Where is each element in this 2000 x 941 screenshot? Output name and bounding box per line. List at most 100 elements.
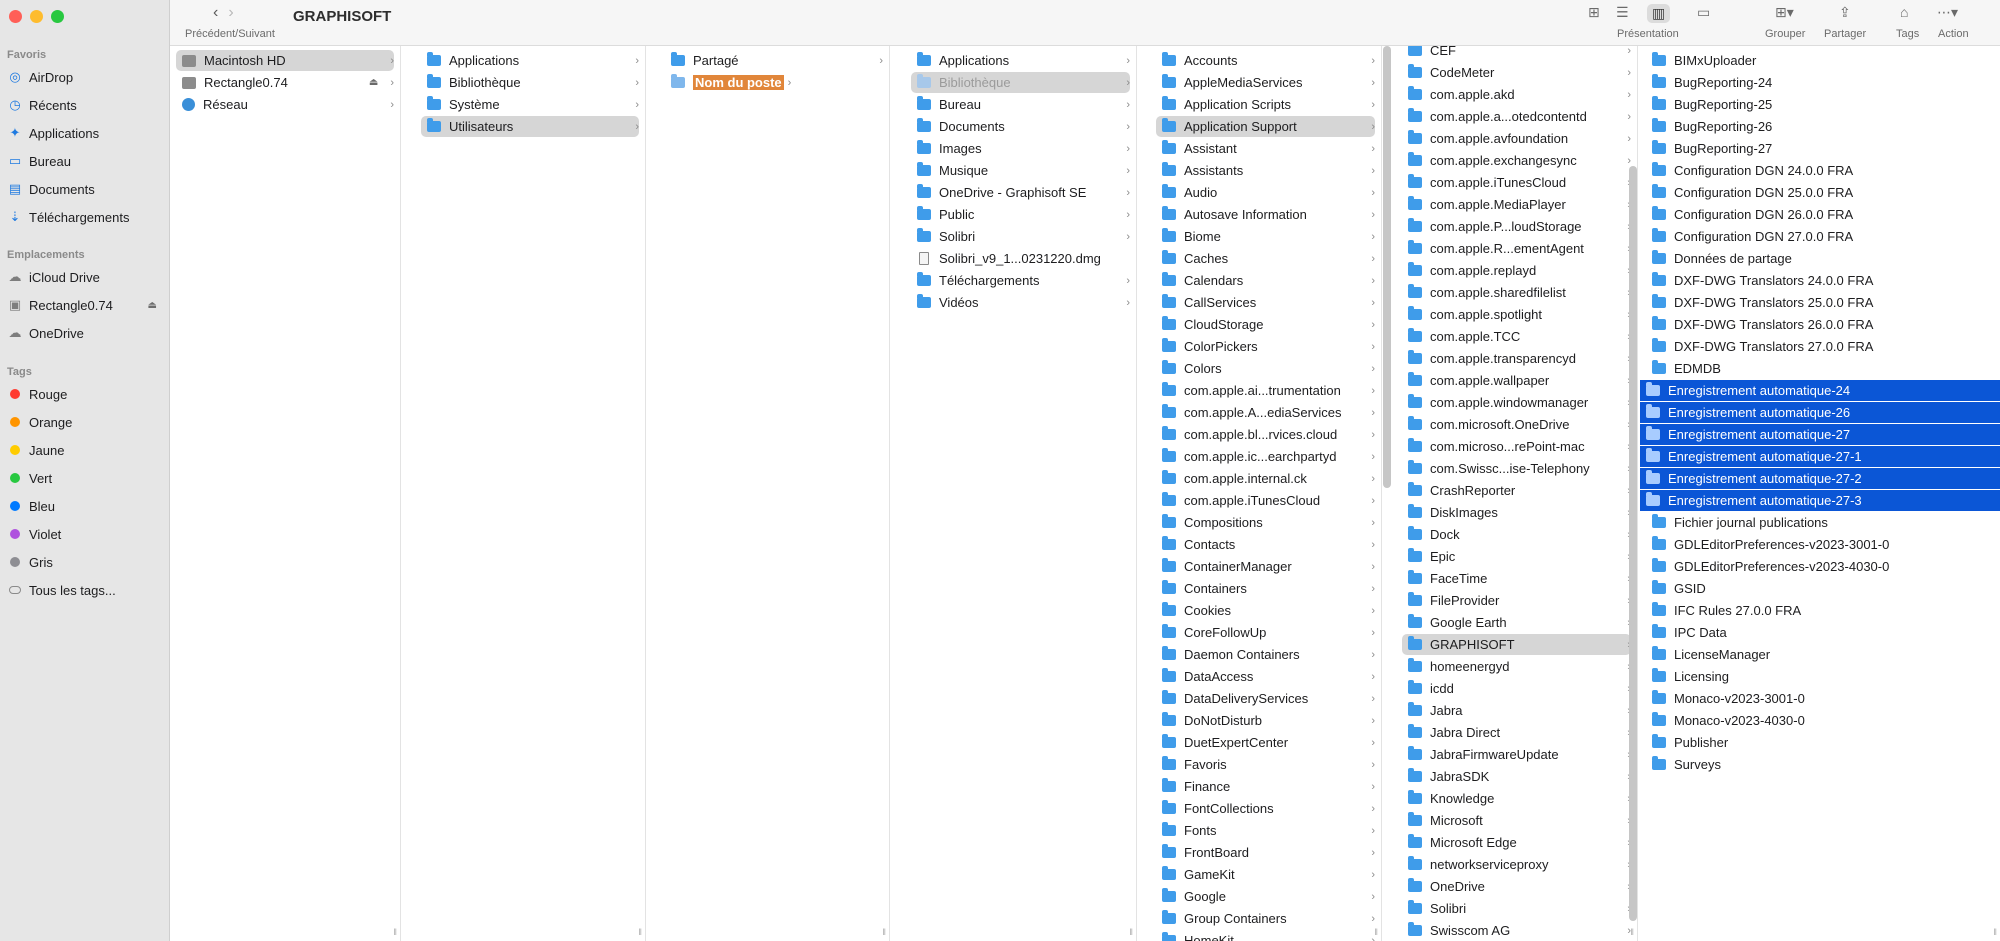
folder-row[interactable]: com.apple.ic...earchpartyd › xyxy=(1156,446,1375,467)
column-resize-handle[interactable]: ‖ xyxy=(393,927,397,937)
browser-column-4[interactable]: Applications › Bibliothèque › Bureau › Documen… xyxy=(905,46,1137,941)
folder-row[interactable]: Données de partage xyxy=(1646,248,1994,269)
folder-row[interactable]: com.apple.a...otedcontentd › xyxy=(1402,106,1631,127)
folder-row[interactable]: Système › xyxy=(421,94,639,115)
folder-row[interactable]: Enregistrement automatique-26 xyxy=(1640,402,2000,423)
folder-row[interactable]: Surveys xyxy=(1646,754,1994,775)
sidebar-tag-2[interactable]: Jaune xyxy=(7,438,161,462)
folder-row[interactable]: CallServices › xyxy=(1156,292,1375,313)
sidebar-item-2[interactable]: ✦ Applications xyxy=(7,121,161,145)
action-icon[interactable]: ⋯▾ xyxy=(1937,4,1958,21)
folder-row[interactable]: Applications › xyxy=(911,50,1130,71)
close-window-button[interactable] xyxy=(9,10,22,23)
column-resize-handle[interactable]: ‖ xyxy=(1374,927,1378,937)
folder-row[interactable]: Favoris › xyxy=(1156,754,1375,775)
column-scrollbar[interactable] xyxy=(1629,166,1637,921)
folder-row[interactable]: homeenergyd› xyxy=(1402,656,1631,677)
folder-row[interactable]: Bureau › xyxy=(911,94,1130,115)
folder-row[interactable]: Audio › xyxy=(1156,182,1375,203)
folder-row[interactable]: networkserviceproxy› xyxy=(1402,854,1631,875)
folder-row[interactable]: Téléchargements › xyxy=(911,270,1130,291)
folder-row[interactable]: Assistants › xyxy=(1156,160,1375,181)
sidebar-tag-6[interactable]: Gris xyxy=(7,550,161,574)
folder-row[interactable]: com.apple.iTunesCloud› xyxy=(1402,172,1631,193)
folder-row[interactable]: DoNotDisturb › xyxy=(1156,710,1375,731)
folder-row[interactable]: GDLEditorPreferences-v2023-4030-0 xyxy=(1646,556,1994,577)
folder-row[interactable]: Configuration DGN 25.0.0 FRA xyxy=(1646,182,1994,203)
browser-column-2[interactable]: Applications › Bibliothèque › Système › Utilis… xyxy=(415,46,646,941)
folder-row[interactable]: Biome › xyxy=(1156,226,1375,247)
folder-row[interactable]: EDMDB xyxy=(1646,358,1994,379)
folder-row[interactable]: CloudStorage › xyxy=(1156,314,1375,335)
folder-row[interactable]: LicenseManager xyxy=(1646,644,1994,665)
sidebar-tag-5[interactable]: Violet xyxy=(7,522,161,546)
folder-row[interactable]: Enregistrement automatique-27-3 xyxy=(1640,490,2000,511)
eject-icon[interactable]: ⏏ xyxy=(369,77,378,88)
folder-row[interactable]: Enregistrement automatique-27-2 xyxy=(1640,468,2000,489)
folder-row[interactable]: com.apple.iTunesCloud› xyxy=(1156,490,1375,511)
folder-row[interactable]: DXF-DWG Translators 27.0.0 FRA xyxy=(1646,336,1994,357)
back-chevron-icon[interactable]: ‹ xyxy=(213,4,218,22)
forward-chevron-icon[interactable]: › xyxy=(228,4,233,22)
folder-row[interactable]: com.apple.avfoundation › xyxy=(1402,128,1631,149)
folder-row[interactable]: GRAPHISOFT› xyxy=(1402,634,1631,655)
folder-row[interactable]: Documents › xyxy=(911,116,1130,137)
folder-row[interactable]: ContainerManager › xyxy=(1156,556,1375,577)
sidebar-all-tags[interactable]: Tous les tags... xyxy=(7,578,161,602)
folder-row[interactable]: Calendars › xyxy=(1156,270,1375,291)
folder-row[interactable]: Musique › xyxy=(911,160,1130,181)
folder-row[interactable]: Application Scripts › xyxy=(1156,94,1375,115)
folder-row[interactable]: FileProvider› xyxy=(1402,590,1631,611)
folder-row[interactable]: IFC Rules 27.0.0 FRA xyxy=(1646,600,1994,621)
gallery-view-button[interactable]: ▭ xyxy=(1697,4,1710,21)
browser-column-1[interactable]: Macintosh HD › Rectangle0.74 ⏏ › Réseau › ‖ xyxy=(170,46,401,941)
folder-row[interactable]: Vidéos › xyxy=(911,292,1130,313)
folder-row[interactable]: Rectangle0.74 ⏏ › xyxy=(176,72,394,93)
folder-row[interactable]: JabraSDK› xyxy=(1402,766,1631,787)
column-resize-handle[interactable]: ‖ xyxy=(1630,927,1634,937)
folder-row[interactable]: com.microso...rePoint-mac› xyxy=(1402,436,1631,457)
sidebar-item-0[interactable]: ◎ AirDrop xyxy=(7,65,161,89)
folder-row[interactable]: Configuration DGN 27.0.0 FRA xyxy=(1646,226,1994,247)
folder-row[interactable]: CodeMeter › xyxy=(1402,62,1631,83)
folder-row[interactable]: com.apple.A...ediaServices › xyxy=(1156,402,1375,423)
folder-row[interactable]: GSID xyxy=(1646,578,1994,599)
share-icon[interactable]: ⇪ xyxy=(1839,4,1851,21)
folder-row[interactable]: Réseau › xyxy=(176,94,394,115)
browser-column-5[interactable]: Accounts › AppleMediaServices › Application … xyxy=(1150,46,1382,941)
folder-row[interactable]: Monaco-v2023-4030-0 xyxy=(1646,710,1994,731)
folder-row[interactable]: com.apple.bl...rvices.cloud › xyxy=(1156,424,1375,445)
column-view-button[interactable]: ▥ xyxy=(1647,4,1671,23)
sidebar-location-1[interactable]: ▣ Rectangle0.74 ⏏ xyxy=(7,293,161,317)
folder-row[interactable]: BIMxUploader xyxy=(1646,50,1994,71)
folder-row[interactable]: Macintosh HD › xyxy=(176,50,394,71)
folder-row[interactable]: Publisher xyxy=(1646,732,1994,753)
folder-row[interactable]: com.apple.replayd› xyxy=(1402,260,1631,281)
folder-row[interactable]: BugReporting-24 xyxy=(1646,72,1994,93)
folder-row[interactable]: Utilisateurs › xyxy=(421,116,639,137)
folder-row[interactable]: Fichier journal publications xyxy=(1646,512,1994,533)
folder-row[interactable]: ColorPickers › xyxy=(1156,336,1375,357)
folder-row[interactable]: Containers › xyxy=(1156,578,1375,599)
folder-row[interactable]: com.apple.windowmanager› xyxy=(1402,392,1631,413)
column-resize-handle[interactable]: ‖ xyxy=(638,927,642,937)
folder-row[interactable]: FrontBoard › xyxy=(1156,842,1375,863)
folder-row[interactable]: JabraFirmwareUpdate› xyxy=(1402,744,1631,765)
folder-row[interactable]: BugReporting-25 xyxy=(1646,94,1994,115)
browser-column-7[interactable]: BIMxUploader BugReporting-24 BugReporting-… xyxy=(1640,46,2000,941)
folder-row[interactable]: Epic› xyxy=(1402,546,1631,567)
group-button[interactable]: ⊞▾ xyxy=(1775,4,1794,21)
folder-row[interactable]: DiskImages› xyxy=(1402,502,1631,523)
sidebar-location-0[interactable]: ☁ iCloud Drive xyxy=(7,265,161,289)
folder-row[interactable]: Accounts › xyxy=(1156,50,1375,71)
browser-column-6[interactable]: CEF › CodeMeter › com.apple.akd › com.apple.a.… xyxy=(1396,46,1638,941)
folder-row[interactable]: com.apple.transparencyd› xyxy=(1402,348,1631,369)
folder-row[interactable]: DataAccess › xyxy=(1156,666,1375,687)
folder-row[interactable]: com.apple.MediaPlayer› xyxy=(1402,194,1631,215)
sidebar-tag-0[interactable]: Rouge xyxy=(7,382,161,406)
folder-row[interactable]: Fonts › xyxy=(1156,820,1375,841)
folder-row[interactable]: com.apple.wallpaper› xyxy=(1402,370,1631,391)
folder-row[interactable]: com.apple.sharedfilelist› xyxy=(1402,282,1631,303)
folder-row[interactable]: Applications › xyxy=(421,50,639,71)
folder-row[interactable]: com.apple.spotlight› xyxy=(1402,304,1631,325)
